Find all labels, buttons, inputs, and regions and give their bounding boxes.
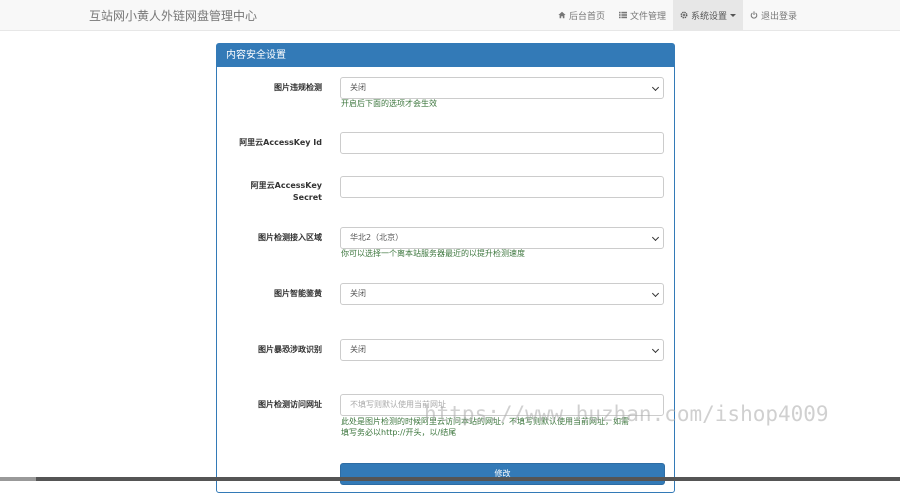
power-icon [750, 11, 758, 19]
access-key-secret-input[interactable] [340, 176, 664, 198]
porn-detection-select[interactable]: 关闭 [340, 283, 664, 305]
nav-item-settings[interactable]: 系统设置 [673, 0, 744, 30]
horizontal-scrollbar[interactable] [0, 477, 900, 481]
nav-item-files[interactable]: 文件管理 [612, 0, 673, 30]
terror-detection-select[interactable]: 关闭 [340, 339, 664, 361]
image-violation-help: 开启后下面的选项才会生效 [341, 99, 437, 108]
access-key-secret-label-line1: 阿里云AccessKey [250, 181, 322, 190]
region-label: 图片检测接入区域 [258, 233, 322, 242]
nav-item-dashboard[interactable]: 后台首页 [551, 0, 612, 30]
terror-detection-label: 图片暴恐涉政识别 [258, 345, 322, 354]
top-navbar: 互站网小黄人外链网盘管理中心 后台首页 文件管理 系统设置 退出登录 [0, 0, 900, 31]
porn-detection-label: 图片智能鉴黄 [274, 289, 322, 298]
detect-url-help: 此处是图片检测的时候阿里云访问本站的网址，不填写则默认使用当前网址，如需 填写务… [341, 416, 629, 438]
home-icon [558, 11, 566, 19]
gear-icon [680, 11, 688, 19]
nav-item-label: 系统设置 [691, 11, 728, 22]
region-help: 你可以选择一个离本站服务器最近的以提升检测速度 [341, 249, 525, 258]
submit-button[interactable]: 修改 [340, 463, 665, 485]
image-violation-label: 图片违规检测 [274, 83, 322, 92]
access-key-id-label: 阿里云AccessKey Id [239, 138, 322, 147]
access-key-secret-label-line2: Secret [292, 193, 322, 202]
detect-url-label: 图片检测访问网址 [258, 400, 322, 409]
nav-item-label: 后台首页 [569, 11, 606, 22]
navbar-brand[interactable]: 互站网小黄人外链网盘管理中心 [89, 7, 257, 24]
caret-down-icon [730, 13, 737, 17]
nav-item-label: 退出登录 [761, 11, 798, 22]
panel-title: 内容安全设置 [217, 44, 674, 67]
list-icon [619, 11, 628, 19]
scrollbar-thumb[interactable] [0, 477, 36, 481]
region-select[interactable]: 华北2（北京） [340, 227, 664, 249]
detect-url-input[interactable]: 不填写则默认使用当前网址 [340, 394, 664, 416]
nav-item-logout[interactable]: 退出登录 [743, 0, 804, 30]
navbar-menu: 后台首页 文件管理 系统设置 退出登录 [551, 0, 804, 30]
detect-url-help-line2: 填写务必以http://开头，以/结尾 [341, 428, 457, 437]
detect-url-help-line1: 此处是图片检测的时候阿里云访问本站的网址，不填写则默认使用当前网址，如需 [341, 417, 629, 426]
image-violation-select[interactable]: 关闭 [340, 77, 664, 99]
access-key-secret-label: 阿里云AccessKey Secret [212, 180, 322, 204]
nav-item-label: 文件管理 [630, 11, 667, 22]
access-key-id-input[interactable] [340, 132, 664, 154]
